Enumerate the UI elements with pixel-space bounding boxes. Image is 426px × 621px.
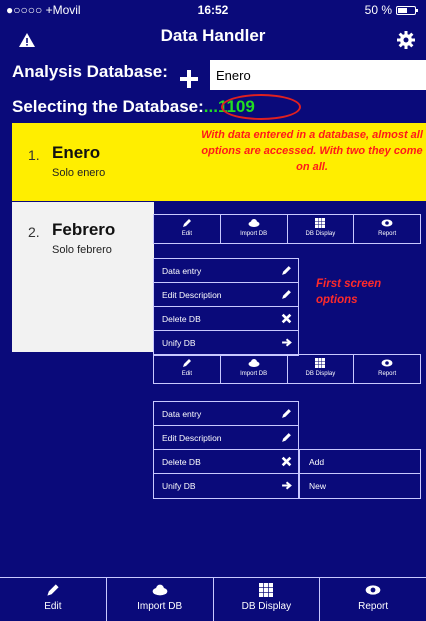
toolbar-display-button[interactable]: DB Display xyxy=(286,354,354,384)
menu-item-label: Data entry xyxy=(162,409,202,419)
toolbar-label: Report xyxy=(378,371,397,377)
grid-icon xyxy=(315,218,326,228)
tab-label: Import DB xyxy=(137,601,183,612)
pencil-icon xyxy=(47,584,59,596)
eye-icon xyxy=(381,359,393,367)
nav-bar: Data Handler xyxy=(0,20,426,56)
close-icon xyxy=(281,456,292,467)
grid-icon xyxy=(315,358,326,368)
menu-item-label: Data entry xyxy=(162,266,202,276)
options-menu: Data entry Edit Description Delete DB Un… xyxy=(153,401,299,499)
grid-icon xyxy=(259,583,274,597)
pencil-icon xyxy=(282,290,291,299)
pencil-icon xyxy=(182,359,191,367)
mini-toolbar: Edit Import DB DB Display Report xyxy=(153,214,421,244)
menu-item-label: Unify DB xyxy=(162,338,196,348)
pencil-icon xyxy=(182,219,191,227)
clock: 16:52 xyxy=(197,3,229,17)
menu-item-delete-db[interactable]: Delete DB xyxy=(154,307,298,331)
toolbar-edit-button[interactable]: Edit xyxy=(153,214,220,244)
toolbar-label: Edit xyxy=(181,371,193,377)
analysis-database-input[interactable] xyxy=(210,60,426,90)
toolbar-display-button[interactable]: DB Display xyxy=(286,214,354,244)
warning-icon[interactable] xyxy=(18,32,36,48)
plus-icon[interactable] xyxy=(178,68,200,90)
menu-item-label: Delete DB xyxy=(162,314,201,324)
toolbar-label: Import DB xyxy=(240,371,268,377)
highlight-oval xyxy=(221,94,301,120)
menu-item-label: Delete DB xyxy=(162,457,201,467)
pencil-icon xyxy=(282,433,291,442)
close-icon xyxy=(281,313,292,324)
tab-label: DB Display xyxy=(241,601,292,612)
toolbar-edit-button[interactable]: Edit xyxy=(153,354,220,384)
tab-label: Report xyxy=(358,601,389,612)
list-item-name: Febrero xyxy=(52,220,116,239)
mini-toolbar: Edit Import DB DB Display Report xyxy=(153,354,421,384)
toolbar-report-button[interactable]: Report xyxy=(353,214,421,244)
menu-item-label: Unify DB xyxy=(162,481,196,491)
page-title: Data Handler xyxy=(160,26,266,45)
gear-icon[interactable] xyxy=(396,30,416,50)
arrow-right-icon xyxy=(282,481,292,490)
submenu-item-new[interactable]: New xyxy=(300,474,420,498)
menu-item-edit-description[interactable]: Edit Description xyxy=(154,283,298,307)
tab-report[interactable]: Report xyxy=(320,578,426,621)
menu-item-data-entry[interactable]: Data entry xyxy=(154,402,298,426)
analysis-database-row: Analysis Database: xyxy=(0,58,426,92)
toolbar-label: Import DB xyxy=(240,231,268,237)
submenu-item-add[interactable]: Add xyxy=(300,450,420,474)
tab-label: Edit xyxy=(44,601,62,612)
tab-import-db[interactable]: Import DB xyxy=(107,578,214,621)
toolbar-label: DB Display xyxy=(305,231,336,237)
status-bar: ●○○○○ +Movil 16:52 50 % xyxy=(0,0,426,20)
pencil-icon xyxy=(282,409,291,418)
battery-indicator: 50 % xyxy=(364,3,418,17)
cloud-icon xyxy=(248,359,260,367)
pencil-icon xyxy=(282,266,291,275)
list-item-number: 2. xyxy=(28,224,40,240)
list-item-number: 1. xyxy=(28,147,40,163)
menu-item-unify-db[interactable]: Unify DB xyxy=(154,474,298,498)
list-item-description: Solo febrero xyxy=(52,244,112,256)
annotation-note: With data entered in a database, almost … xyxy=(201,129,423,173)
menu-item-label: Edit Description xyxy=(162,290,222,300)
selecting-database-label: Selecting the Database:...1109 xyxy=(12,97,255,117)
options-menu: Data entry Edit Description Delete DB Un… xyxy=(153,258,299,356)
toolbar-label: DB Display xyxy=(305,371,336,377)
battery-icon xyxy=(396,5,418,15)
menu-item-data-entry[interactable]: Data entry xyxy=(154,259,298,283)
menu-item-delete-db[interactable]: Delete DB xyxy=(154,450,298,474)
menu-item-unify-db[interactable]: Unify DB xyxy=(154,331,298,355)
eye-icon xyxy=(381,219,393,227)
list-item-name: Enero xyxy=(52,143,101,162)
battery-percent: 50 % xyxy=(364,3,392,17)
bottom-tab-bar: Edit Import DB DB Display Report xyxy=(0,577,426,621)
cloud-icon xyxy=(152,584,167,596)
toolbar-import-button[interactable]: Import DB xyxy=(219,354,287,384)
cloud-icon xyxy=(248,219,260,227)
tab-edit[interactable]: Edit xyxy=(0,578,107,621)
tab-db-display[interactable]: DB Display xyxy=(214,578,321,621)
toolbar-import-button[interactable]: Import DB xyxy=(219,214,287,244)
menu-item-edit-description[interactable]: Edit Description xyxy=(154,426,298,450)
unify-submenu: Add New xyxy=(299,449,421,499)
list-item[interactable]: 2. Febrero Solo febrero xyxy=(12,202,154,352)
toolbar-label: Report xyxy=(378,231,397,237)
selecting-label-text: Selecting the Database: xyxy=(12,97,204,116)
toolbar-label: Edit xyxy=(181,231,193,237)
analysis-database-label: Analysis Database: xyxy=(12,62,168,81)
eye-icon xyxy=(365,585,381,595)
menu-item-label: Edit Description xyxy=(162,433,222,443)
list-item-description: Solo enero xyxy=(52,167,106,179)
annotation-note: First screen options xyxy=(316,278,382,306)
arrow-right-icon xyxy=(282,338,292,347)
toolbar-report-button[interactable]: Report xyxy=(353,354,421,384)
